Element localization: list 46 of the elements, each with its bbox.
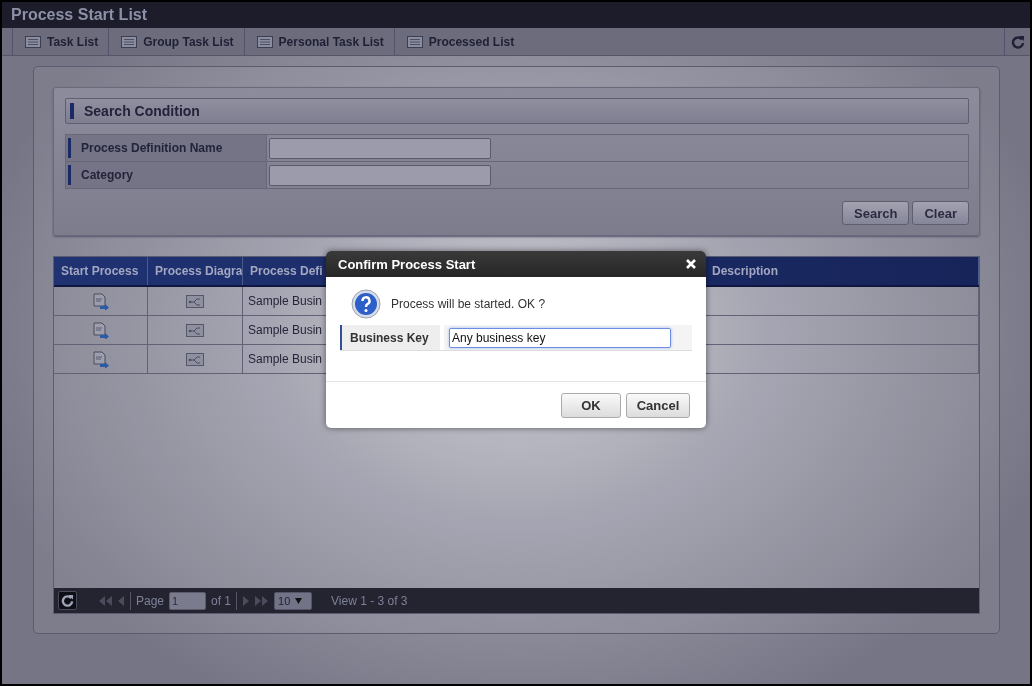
input-field[interactable] [269,164,491,186]
refresh-icon[interactable] [58,591,77,610]
cancel-button[interactable]: Cancel [626,392,690,418]
diagram-icon [186,352,204,366]
page-size-select[interactable]: 10 [274,591,313,610]
search-button[interactable]: Search [842,201,910,225]
page-number-field[interactable]: 1 [169,591,207,610]
list-icon [121,35,138,48]
dialog-title: Confirm Process Start [338,256,477,272]
table-cell: Sample Busin [248,294,323,308]
clear-button[interactable]: Clear [912,201,969,225]
nav-tab[interactable]: Group Task List [108,28,244,55]
document-arrow-icon [92,321,109,339]
list-icon [256,35,273,48]
list-icon [406,35,423,48]
field-label: Business Key [340,325,440,350]
document-arrow-icon [92,292,109,310]
nav-tab[interactable]: Processed List [393,28,525,55]
page-label: Page [136,593,165,608]
business-key-field[interactable]: Any business key [449,327,671,348]
document-arrow-icon [92,350,109,368]
nav-tab[interactable]: Personal Task List [243,28,394,55]
dialog-message: Process will be started. OK ? [391,297,546,311]
next-page-icon[interactable] [242,595,251,606]
column-header[interactable]: Process Diagra [148,257,243,285]
first-page-icon[interactable] [98,595,112,606]
diagram-icon [186,294,204,308]
table-cell: Sample Busin [248,323,323,337]
nav-tab[interactable]: Task List [12,28,109,55]
column-header[interactable]: Start Process [54,257,148,285]
list-icon [25,35,41,48]
close-icon[interactable] [686,259,696,269]
ok-button[interactable]: OK [561,392,621,418]
previous-page-icon[interactable] [117,595,125,606]
input-field[interactable] [269,137,491,159]
field-label: Process Definition Name [68,138,266,158]
last-page-icon[interactable] [255,595,270,606]
caret-icon [295,597,303,604]
section-title: Search Condition [84,103,200,119]
page-count: of 1 [211,593,232,608]
field-label: Category [68,165,266,185]
window-title: Process Start List [11,6,148,24]
record-count: View 1 - 3 of 3 [331,593,408,608]
table-cell: Sample Busin [248,352,323,366]
diagram-icon [186,323,204,337]
question-icon [351,289,381,319]
